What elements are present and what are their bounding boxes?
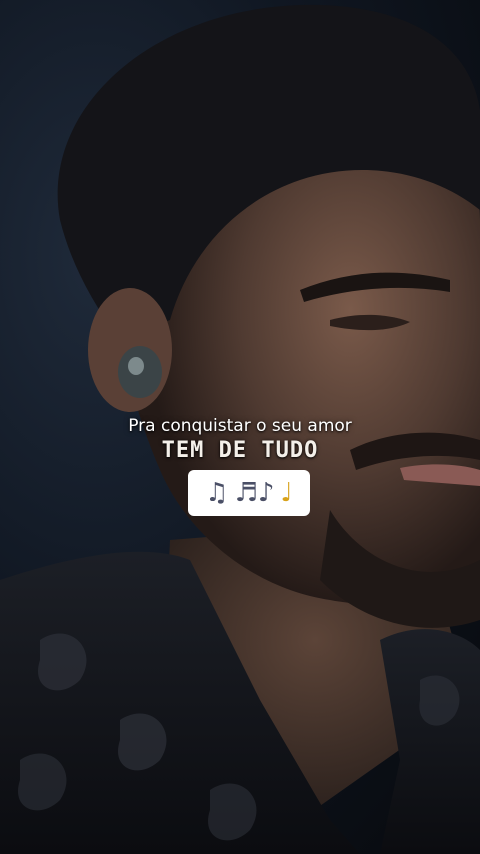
music-emoji-badge: ♫ ♬♪ ♩ — [188, 470, 310, 516]
saxophone-icon: ♩ — [280, 478, 293, 508]
multiple-musical-notes-icon: ♬♪ — [234, 478, 275, 508]
lyric-line-2: TEM DE TUDO — [161, 438, 319, 463]
lyric-line-1: Pra conquistar o seu amor — [128, 416, 352, 436]
video-frame: Pra conquistar o seu amor TEM DE TUDO ♫ … — [0, 0, 480, 854]
musical-note-icon: ♫ — [205, 478, 229, 508]
